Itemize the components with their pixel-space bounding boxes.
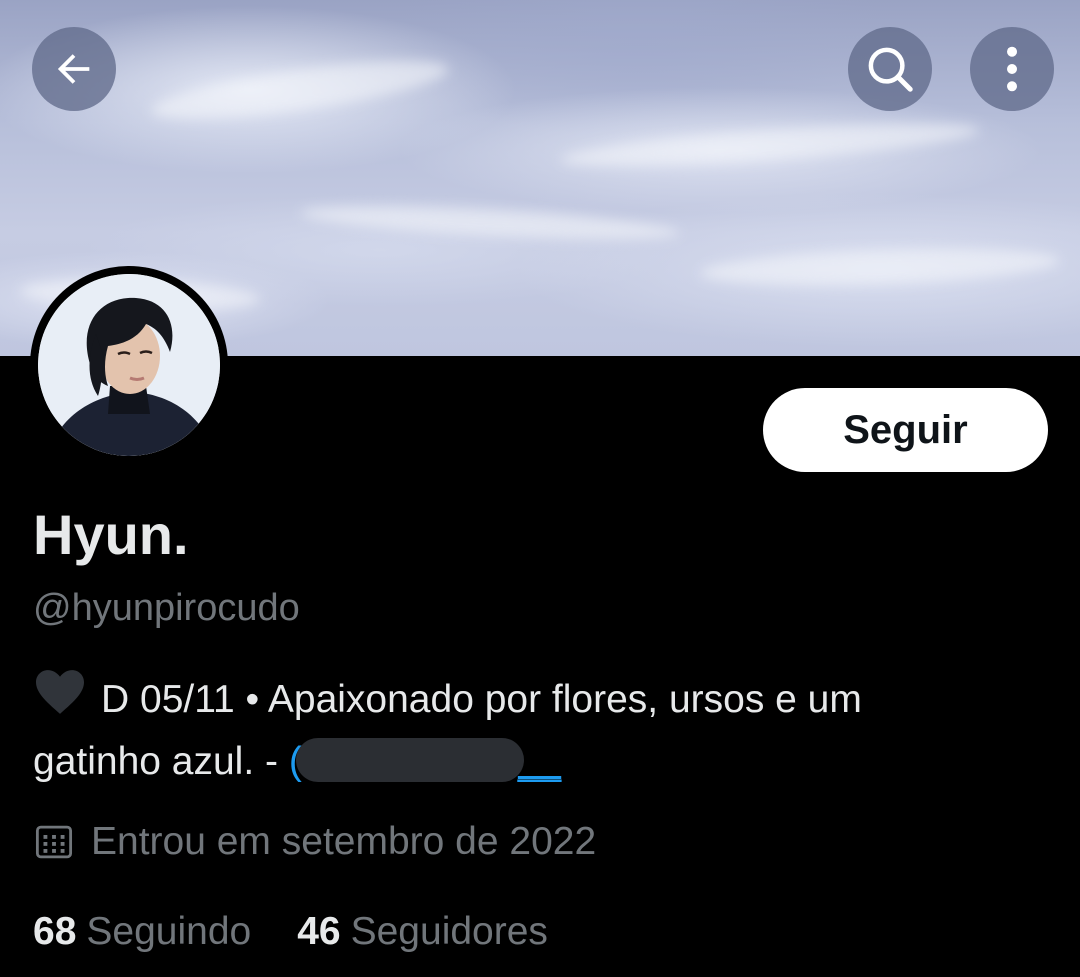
display-name: Hyun. (33, 503, 189, 566)
more-vertical-icon (1007, 46, 1017, 92)
search-icon (868, 47, 913, 92)
mention-end: __ (517, 740, 562, 783)
avatar[interactable] (30, 266, 228, 464)
followers-label: Seguidores (350, 910, 548, 953)
more-options-button[interactable] (970, 27, 1054, 111)
join-date-text: Entrou em setembro de 2022 (91, 820, 597, 863)
followers-link[interactable]: 46 Seguidores (297, 908, 548, 956)
username-handle: @hyunpirocudo (33, 587, 300, 629)
avatar-image (38, 274, 220, 456)
bio-line-2: gatinho azul. - (__ (33, 731, 1043, 793)
followers-count: 46 (297, 910, 341, 953)
profile-bio: D 05/11 • Apaixonado por flores, ursos e… (33, 668, 1043, 793)
bio-text-line-2: gatinho azul. - (33, 740, 289, 783)
following-count: 68 (33, 910, 77, 953)
profile-page: Seguir Hyun. @hyunpirocudo D 05/11 • Apa… (0, 0, 1080, 977)
calendar-icon (35, 825, 73, 859)
following-label: Seguindo (86, 910, 252, 953)
redaction-block (295, 738, 524, 782)
search-button[interactable] (848, 27, 932, 111)
bio-text-line-1: D 05/11 • Apaixonado por flores, ursos e… (101, 678, 862, 721)
join-date: Entrou em setembro de 2022 (33, 818, 596, 866)
black-heart-icon (36, 670, 84, 714)
following-link[interactable]: 68 Seguindo (33, 908, 251, 956)
back-button[interactable] (32, 27, 116, 111)
follow-stats: 68 Seguindo 46 Seguidores (33, 908, 594, 956)
follow-button[interactable]: Seguir (763, 388, 1048, 472)
bio-line-1: D 05/11 • Apaixonado por flores, ursos e… (33, 668, 1043, 731)
bio-mention-link[interactable]: (__ (289, 731, 561, 793)
back-arrow-icon (57, 54, 90, 84)
